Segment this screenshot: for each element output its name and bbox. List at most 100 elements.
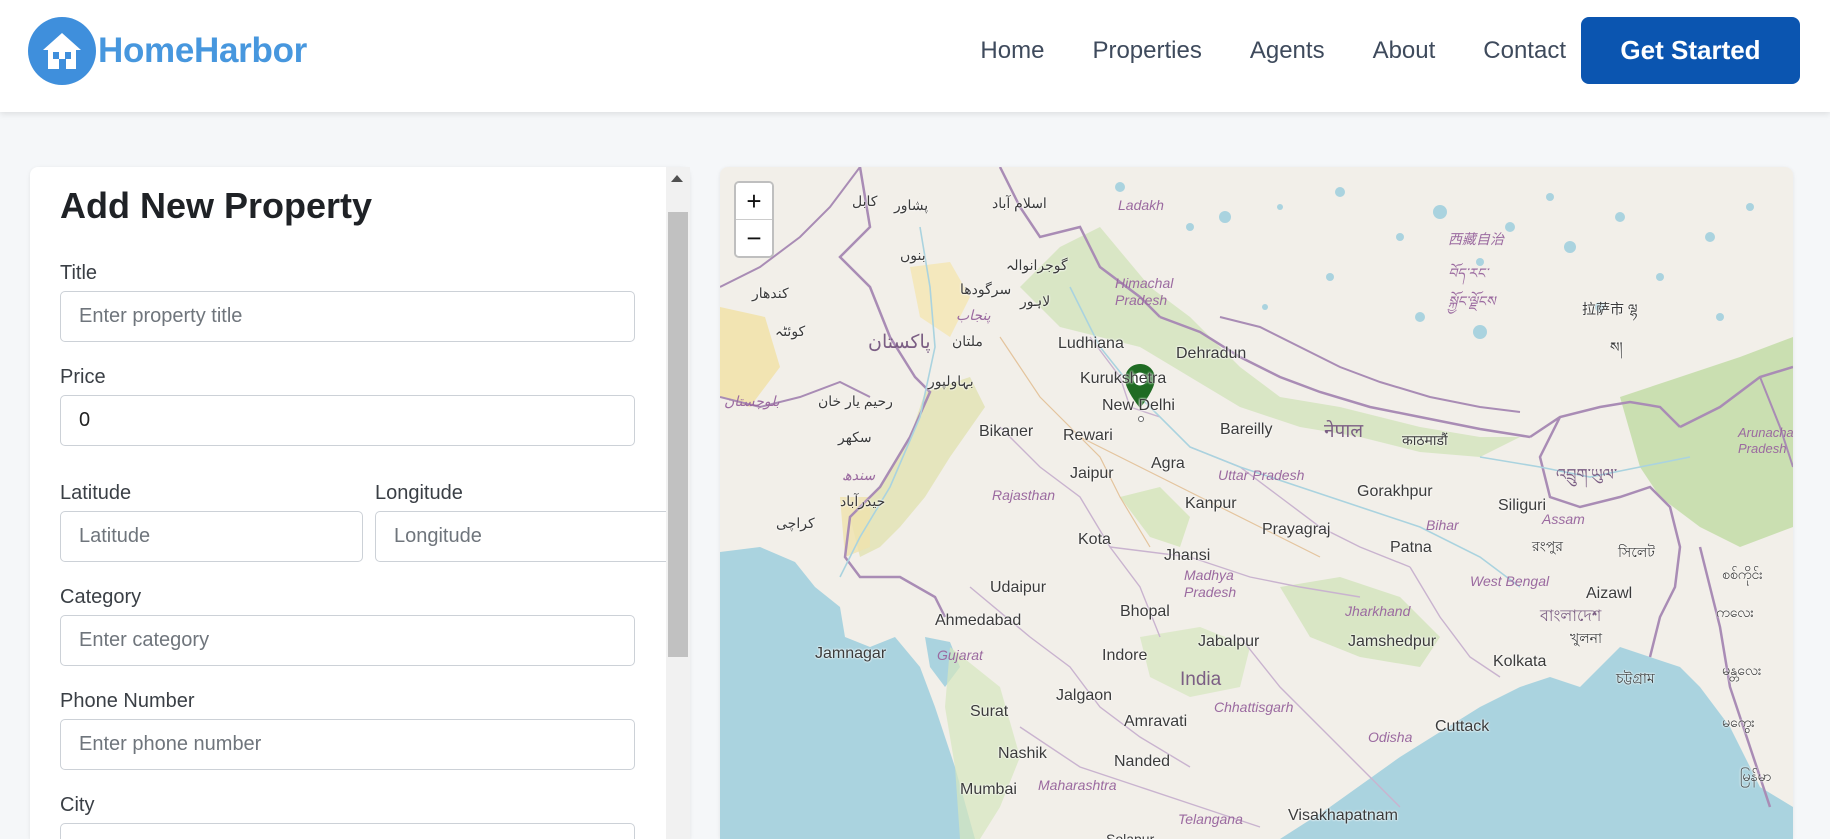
map-label: Solapur xyxy=(1106,831,1155,839)
map-label: Rajasthan xyxy=(992,487,1056,503)
map-label: Ludhiana xyxy=(1058,335,1124,352)
city-dot xyxy=(1138,416,1144,422)
form-title: Add New Property xyxy=(60,185,373,226)
map-label: काठमाडौं xyxy=(1402,432,1448,448)
map-label: Aizawl xyxy=(1586,585,1633,602)
map-label: Telangana xyxy=(1178,811,1243,827)
map-label: پاکستان xyxy=(868,332,931,353)
map-label: سندھ xyxy=(842,467,876,483)
map-label: সিলেট xyxy=(1618,544,1655,560)
map-label: বাংলাদেশ xyxy=(1540,608,1602,625)
map-label: Kanpur xyxy=(1185,495,1237,512)
map-label: ကလေး xyxy=(1716,604,1754,620)
latitude-input[interactable] xyxy=(60,511,363,562)
nav-properties[interactable]: Properties xyxy=(1092,36,1201,66)
map-label: Nanded xyxy=(1114,753,1171,770)
map-label: Bhopal xyxy=(1120,603,1170,620)
zoom-out-button[interactable]: − xyxy=(736,220,772,256)
zoom-in-button[interactable]: + xyxy=(736,183,772,219)
map-label: West Bengal xyxy=(1470,573,1550,589)
price-input[interactable] xyxy=(60,395,635,446)
map-label: Himachal Pradesh xyxy=(1115,275,1174,308)
map-label: Madhya Pradesh xyxy=(1184,567,1237,600)
map-label: گوجرانوالہ xyxy=(1006,257,1068,273)
map-label: Ladakh xyxy=(1118,197,1164,213)
map-label: Ahmedabad xyxy=(935,612,1022,629)
map-label: ملتان xyxy=(952,333,983,349)
map-label: New Delhi xyxy=(1102,397,1175,414)
map-label: رحیم یار خان xyxy=(818,393,893,409)
map-label: Agra xyxy=(1151,455,1185,472)
latitude-label: Latitude xyxy=(60,482,132,504)
map-label: Cuttack xyxy=(1435,718,1490,735)
map-label: မန္တလေး xyxy=(1722,662,1762,678)
scroll-up-arrow-icon[interactable] xyxy=(671,175,683,182)
map-label: Prayagraj xyxy=(1262,521,1331,538)
map-label: Rewari xyxy=(1063,427,1113,444)
zoom-control: + − xyxy=(734,181,774,258)
map-label: Jharkhand xyxy=(1345,603,1411,619)
nav-agents[interactable]: Agents xyxy=(1250,36,1325,66)
map-label: 拉萨市 ལྷ xyxy=(1582,301,1638,317)
map-label: Chhattisgarh xyxy=(1214,699,1294,715)
map-label: မြန်မာ xyxy=(1740,768,1772,784)
map-label: بہاولپور xyxy=(928,373,974,389)
map-label: नेपाल xyxy=(1324,421,1364,442)
map-label: Surat xyxy=(970,703,1009,720)
title-label: Title xyxy=(60,262,98,284)
map-label: Bihar xyxy=(1426,517,1459,533)
map-label: Mumbai xyxy=(960,781,1017,798)
map-label: སྐྱོང་ལྗོངས xyxy=(1448,293,1496,309)
map-label: اسلام آباد xyxy=(992,195,1047,211)
nav-about[interactable]: About xyxy=(1373,36,1436,66)
scrollbar-thumb[interactable] xyxy=(668,212,688,657)
map-label: Kurukshetra xyxy=(1080,370,1167,387)
map-label: Gujarat xyxy=(937,647,983,663)
map-label: حیدرآباد xyxy=(840,493,886,509)
map-label: پنجاب xyxy=(956,307,991,323)
city-input[interactable] xyxy=(60,823,635,839)
map-label: کوئٹہ xyxy=(775,323,806,339)
city-label: City xyxy=(60,794,95,816)
category-input[interactable] xyxy=(60,615,635,666)
house-icon xyxy=(28,17,96,85)
map-view[interactable]: + − Ladakh Himachal Pradesh Ludhiana Deh… xyxy=(720,167,1793,839)
brand-name: HomeHarbor xyxy=(98,31,307,70)
brand-logo[interactable]: HomeHarbor xyxy=(28,17,307,85)
map-label: بنوں xyxy=(900,247,926,263)
site-header: HomeHarbor Home Properties Agents About … xyxy=(0,0,1830,112)
map-label: لاہور xyxy=(1020,293,1051,309)
map-label: Bikaner xyxy=(979,423,1034,440)
map-label: Jhansi xyxy=(1164,547,1211,564)
map-label: پشاور xyxy=(894,197,929,213)
map-label: খুলনা xyxy=(1570,630,1603,646)
map-label: Kolkata xyxy=(1493,653,1547,670)
map-label: Jamnagar xyxy=(815,645,887,662)
phone-input[interactable] xyxy=(60,719,635,770)
form-scrollbar[interactable] xyxy=(666,167,690,839)
map-label: کابل xyxy=(852,193,878,209)
main-nav: Home Properties Agents About Contact xyxy=(932,36,1566,66)
map-label: Gorakhpur xyxy=(1357,483,1433,500)
map-label: Dehradun xyxy=(1176,345,1247,362)
title-input[interactable] xyxy=(60,291,635,342)
longitude-input[interactable] xyxy=(375,511,685,562)
map-label: ས། xyxy=(1610,339,1623,355)
get-started-button[interactable]: Get Started xyxy=(1581,17,1800,84)
map-label: Jabalpur xyxy=(1198,633,1260,650)
price-label: Price xyxy=(60,366,106,388)
map-label: Siliguri xyxy=(1498,497,1547,514)
map-label: Patna xyxy=(1390,539,1432,556)
map-label: Uttar Pradesh xyxy=(1218,467,1305,483)
map-label: འབྲུག་ཡུལ་ xyxy=(1556,467,1618,484)
map-label: Nashik xyxy=(998,745,1047,762)
nav-home[interactable]: Home xyxy=(980,36,1044,66)
nav-contact[interactable]: Contact xyxy=(1483,36,1566,66)
map-label: Arunachal Pradesh xyxy=(1738,425,1793,456)
map-label: 西藏自治 xyxy=(1448,231,1504,247)
map-label: کندھار xyxy=(752,285,789,301)
map-label: Amravati xyxy=(1124,713,1188,730)
map-label: Maharashtra xyxy=(1038,777,1117,793)
phone-label: Phone Number xyxy=(60,690,195,712)
map-label: سکھر xyxy=(838,429,872,445)
